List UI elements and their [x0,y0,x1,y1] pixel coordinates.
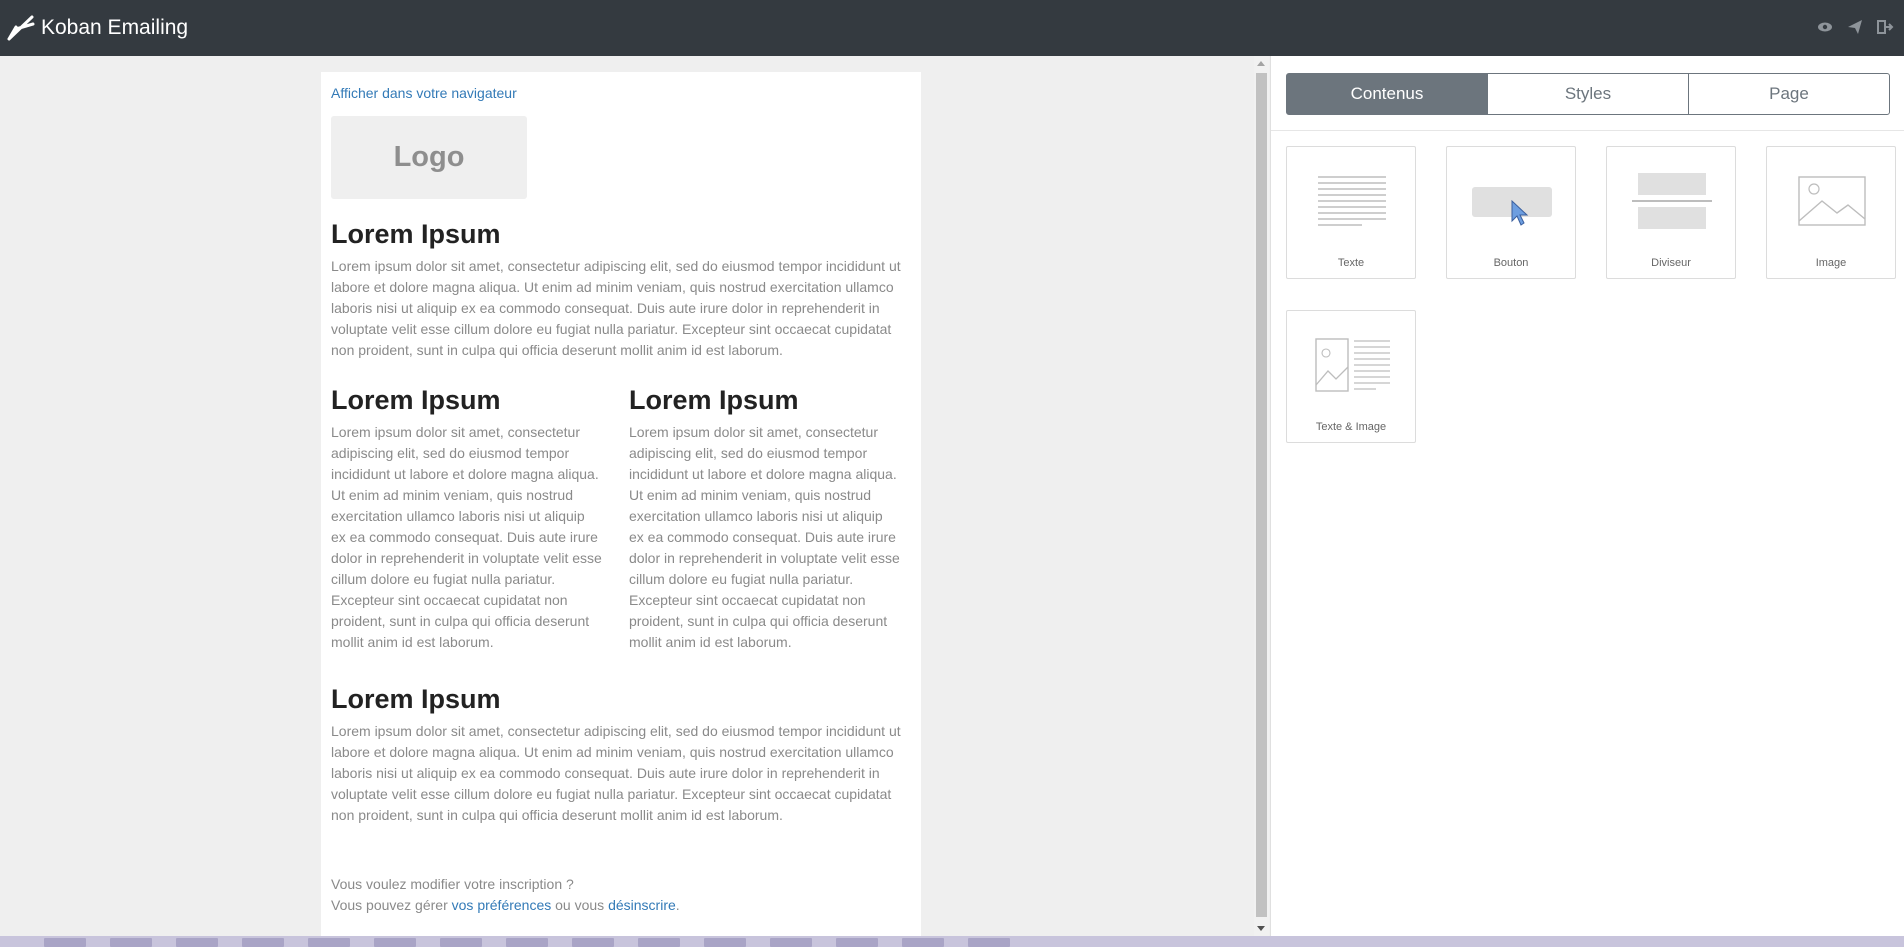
scroll-down-arrow-icon[interactable] [1257,926,1265,931]
text-image-icon [1315,338,1390,392]
taskbar-app-button[interactable] [374,938,416,947]
footer-line1: Vous voulez modifier votre inscription ? [331,876,574,892]
footer-line2: Vous pouvez gérer vos préférences ou vou… [331,895,911,916]
section1-body[interactable]: Lorem ipsum dolor sit amet, consectetur … [331,256,911,361]
taskbar-app-button[interactable] [968,938,1010,947]
footer-middle: ou vous [551,897,609,913]
block-bouton[interactable]: Bouton [1446,146,1576,279]
eye-icon[interactable] [1816,18,1834,36]
footer-prefix: Vous pouvez gérer [331,897,452,913]
tab-contenus[interactable]: Contenus [1286,73,1488,115]
logo-placeholder[interactable]: Logo [331,116,527,199]
view-in-browser-link[interactable]: Afficher dans votre navigateur [331,85,911,101]
footer-suffix: . [675,897,680,913]
app-title: Koban Emailing [41,16,189,39]
taskbar-app-button[interactable] [176,938,218,947]
content-blocks: Texte Bouton Diviseur Image Texte & Imag… [1286,146,1904,443]
taskbar-app-button[interactable] [308,938,350,947]
col-right-heading[interactable]: Lorem Ipsum [629,385,901,416]
col-left-heading[interactable]: Lorem Ipsum [331,385,603,416]
paper-plane-icon[interactable] [1846,18,1864,36]
column-right[interactable]: Lorem Ipsum Lorem ipsum dolor sit amet, … [629,385,901,653]
panel-tabs: Contenus Styles Page [1286,73,1890,115]
two-column-block: Lorem Ipsum Lorem ipsum dolor sit amet, … [331,385,911,653]
scroll-thumb[interactable] [1256,73,1267,917]
taskbar-app-button[interactable] [902,938,944,947]
sign-out-icon[interactable] [1876,18,1894,36]
taskbar-app-button[interactable] [440,938,482,947]
editor-scrollbar[interactable] [1254,56,1269,936]
col-left-body[interactable]: Lorem ipsum dolor sit amet, consectetur … [331,422,603,653]
taskbar-app-button[interactable] [572,938,614,947]
block-texte-label: Texte [1337,257,1365,269]
section3-body[interactable]: Lorem ipsum dolor sit amet, consectetur … [331,721,911,826]
tab-page[interactable]: Page [1688,73,1890,115]
scroll-up-arrow-icon[interactable] [1257,61,1265,66]
preferences-link[interactable]: vos préférences [452,897,552,913]
taskbar-app-button[interactable] [506,938,548,947]
brand[interactable]: Koban Emailing [6,13,188,43]
taskbar-app-button[interactable] [242,938,284,947]
top-actions [1816,18,1894,36]
side-panel: Contenus Styles Page Texte Bouton Divise… [1270,56,1904,936]
column-left[interactable]: Lorem Ipsum Lorem ipsum dolor sit amet, … [331,385,603,653]
koban-logo-icon [7,15,35,41]
taskbar-app-button[interactable] [638,938,680,947]
section3: Lorem Ipsum Lorem ipsum dolor sit amet, … [331,684,911,826]
taskbar-app-button[interactable] [836,938,878,947]
block-bouton-label: Bouton [1493,257,1529,269]
section3-heading[interactable]: Lorem Ipsum [331,684,911,715]
top-bar: Koban Emailing [0,0,1904,56]
unsubscribe-link[interactable]: désinscrire [608,897,676,913]
button-cursor-icon [1472,187,1552,226]
block-image[interactable]: Image [1766,146,1896,279]
tab-styles[interactable]: Styles [1487,73,1689,115]
block-texte-image-label: Texte & Image [1315,421,1387,433]
taskbar-app-button[interactable] [110,938,152,947]
email-preview[interactable]: Afficher dans votre navigateur Logo Lore… [321,72,921,947]
taskbar-app-button[interactable] [44,938,86,947]
block-texte[interactable]: Texte [1286,146,1416,279]
image-icon [1798,176,1866,226]
col-right-body[interactable]: Lorem ipsum dolor sit amet, consectetur … [629,422,901,653]
taskbar-app-button[interactable] [770,938,812,947]
email-footer: Vous voulez modifier votre inscription ?… [331,874,911,916]
taskbar-app-button[interactable] [704,938,746,947]
block-texte-image[interactable]: Texte & Image [1286,310,1416,443]
divider-icon [1632,173,1712,229]
text-lines-icon [1318,176,1386,226]
section1-heading[interactable]: Lorem Ipsum [331,219,911,250]
block-diviseur-label: Diviseur [1651,257,1691,269]
block-diviseur[interactable]: Diviseur [1606,146,1736,279]
panel-divider [1271,130,1904,131]
block-image-label: Image [1815,257,1847,269]
editor-canvas: Afficher dans votre navigateur Logo Lore… [0,56,1250,947]
os-taskbar [0,936,1904,947]
